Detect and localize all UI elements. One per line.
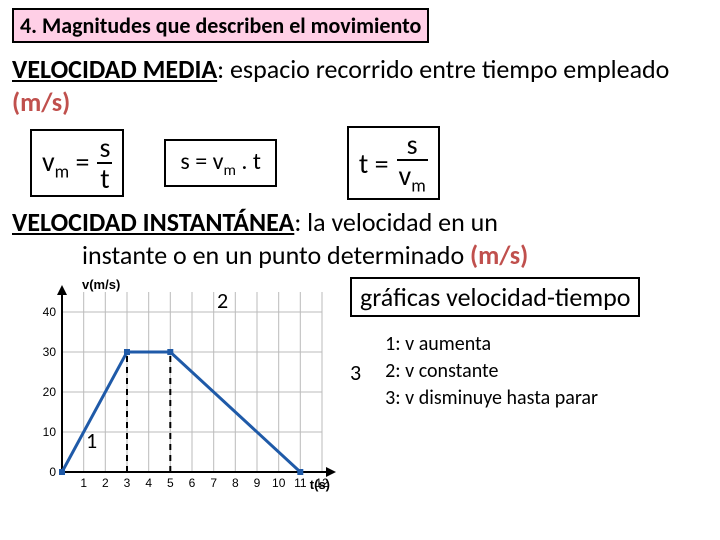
svg-text:40: 40 [43,305,57,319]
svg-text:2: 2 [102,476,109,490]
frac-s-over-t: s t [97,133,112,194]
def2-text1: : la velocidad en un [294,206,498,238]
svg-text:20: 20 [43,385,57,399]
svg-text:30: 30 [43,345,57,359]
svg-text:8: 8 [232,476,239,490]
svg-text:11: 11 [294,476,307,490]
frac-num-s: s [97,133,112,162]
segment-legend: 1: v aumenta 2: v constante 3: v disminu… [385,331,598,412]
equations-row: vm = s t s = vm . t t = s vm [30,126,708,200]
chart-svg: 0 10 20 30 40 1 2 3 4 5 6 7 8 9 10 11 12 [12,277,342,502]
svg-text:4: 4 [145,476,152,490]
eq-t: t = s vm [347,126,440,200]
chart-annotation-2: 2 [217,287,228,314]
svg-text:1: 1 [80,476,87,490]
eq-vm: vm = s t [30,129,124,198]
eq-s-sub: m [223,160,235,179]
x-axis-label: t(s) [310,477,330,492]
vm-sub: m [55,160,70,182]
legend-1: 1: v aumenta [385,331,598,358]
chart-annotation-1: 1 [86,427,97,454]
svg-text:10: 10 [272,476,286,490]
frac-den-t: t [98,164,111,193]
legend-2: 2: v constante [385,358,598,385]
eq-s-left: s = v [180,147,223,176]
def2-unit: (m/s) [470,239,528,271]
def-velocidad-media: VELOCIDAD MEDIA: espacio recorrido entre… [12,53,708,118]
def2-text2: instante o en un punto determinado [82,239,470,271]
def1-text: : espacio recorrido entre tiempo emplead… [217,53,669,85]
y-axis-label: v(m/s) [82,277,120,292]
chart-annotation-3: 3 [350,359,361,386]
svg-text:7: 7 [210,476,217,490]
t-lhs: t = [359,146,389,181]
svg-text:6: 6 [189,476,196,490]
frac2-num: s [405,130,420,159]
legend-3: 3: v disminuye hasta parar [385,385,598,412]
chart-velocity-time: 0 10 20 30 40 1 2 3 4 5 6 7 8 9 10 11 12 [12,277,342,502]
frac2-den-v: v [399,158,412,193]
svg-text:5: 5 [167,476,174,490]
svg-text:9: 9 [254,476,261,490]
vm-equals: = [69,144,89,179]
eq-s: s = vm . t [164,139,276,188]
vm-v: v [42,144,55,179]
def1-unit: (m/s) [12,86,70,118]
svg-text:3: 3 [124,476,131,490]
term-velocidad-instantanea: VELOCIDAD INSTANTÁNEA [12,206,294,238]
frac2-den: vm [397,161,428,196]
svg-text:10: 10 [43,425,57,439]
svg-text:0: 0 [49,465,56,479]
vm-lhs: vm = [42,144,89,183]
eq-s-tail: . t [236,147,261,176]
frac2-den-sub: m [411,175,426,197]
grafbox-title: gráficas velocidad-tiempo [350,277,640,317]
frac-s-over-vm: s vm [397,130,428,196]
def-velocidad-instantanea: VELOCIDAD INSTANTÁNEA: la velocidad en u… [12,206,708,271]
term-velocidad-media: VELOCIDAD MEDIA [12,53,217,85]
section-title: 4. Magnitudes que describen el movimient… [12,8,429,43]
